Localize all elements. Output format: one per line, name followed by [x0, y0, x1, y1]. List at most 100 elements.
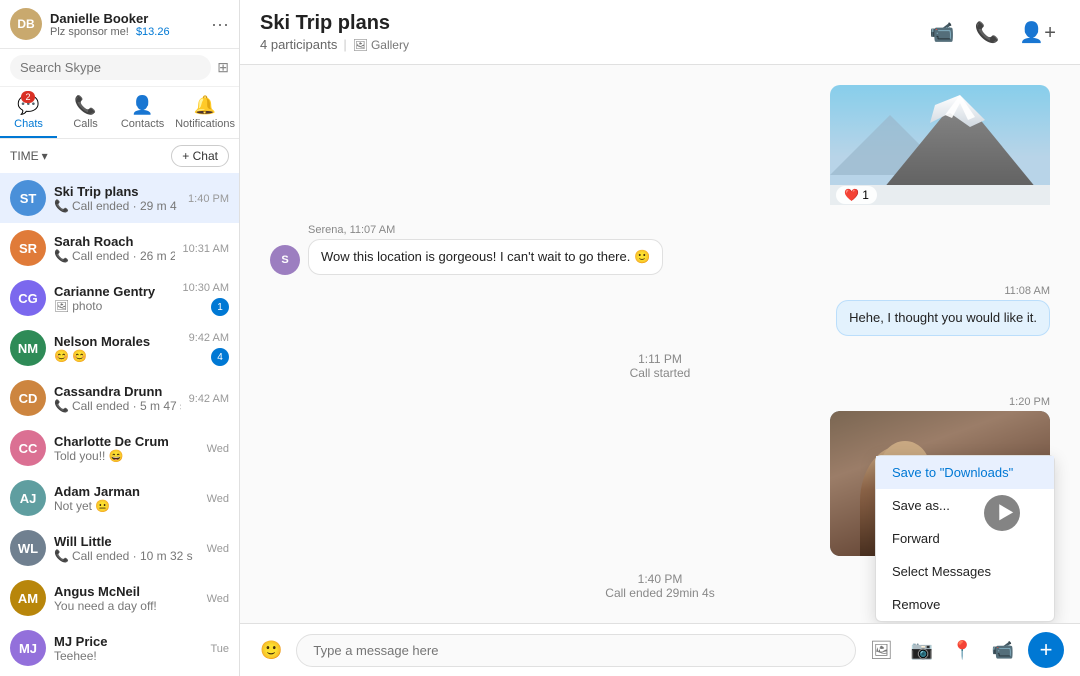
preview-text: Call ended · 5 m 47 s — [72, 399, 181, 413]
chat-preview: 😊 😊 — [54, 349, 181, 363]
chat-avatar: AJ — [10, 480, 46, 516]
video-call-button[interactable]: 📹 — [926, 16, 959, 49]
search-input[interactable] — [10, 55, 211, 80]
sidebar: DB Danielle Booker Plz sponsor me! $13.2… — [0, 0, 240, 676]
chat-time: 10:30 AM — [183, 282, 229, 294]
profile-name: Danielle Booker — [50, 11, 203, 26]
chat-name: MJ Price — [54, 634, 202, 649]
input-bar: 🙂 🖼 📷 📍 📹 + — [240, 623, 1080, 676]
message-row-serena: S Serena, 11:07 AM Wow this location is … — [270, 224, 1050, 275]
context-menu-item[interactable]: Save as... — [876, 489, 1054, 522]
chat-time: Wed — [207, 443, 229, 455]
chat-item[interactable]: CD Cassandra Drunn 📞 Call ended · 5 m 47… — [0, 373, 239, 423]
chat-preview: 📞 Call ended · 10 m 32 s — [54, 549, 199, 563]
preview-icon: 😊 — [54, 349, 69, 363]
sort-button[interactable]: TIME ▾ — [10, 149, 48, 163]
chat-body: Angus McNeil You need a day off! — [54, 584, 199, 613]
sent-message-bubble: Hehe, I thought you would like it. — [836, 300, 1050, 336]
add-participant-button[interactable]: 👤+ — [1015, 16, 1060, 49]
new-chat-button[interactable]: + Chat — [171, 145, 229, 167]
chat-avatar: CD — [10, 380, 46, 416]
chat-name: Nelson Morales — [54, 334, 181, 349]
chat-name: Charlotte De Crum — [54, 434, 199, 449]
image-message-row: ❤️ 1 — [270, 85, 1050, 210]
context-menu-item[interactable]: Select Messages — [876, 555, 1054, 588]
serena-avatar: S — [270, 245, 300, 275]
chat-time: Wed — [207, 543, 229, 555]
chat-item[interactable]: AM Angus McNeil You need a day off! Wed — [0, 573, 239, 623]
preview-text: You need a day off! — [54, 599, 157, 613]
gallery-link[interactable]: 🖼 Gallery — [353, 38, 409, 52]
nav-tabs: 💬 2 Chats 📞 Calls 👤 Contacts 🔔 Notificat… — [0, 87, 239, 139]
video-button[interactable]: 📹 — [988, 636, 1018, 665]
avatar[interactable]: DB — [10, 8, 42, 40]
chat-avatar: WL — [10, 530, 46, 566]
chat-name: Cassandra Drunn — [54, 384, 181, 399]
chat-list-header: TIME ▾ + Chat — [0, 139, 239, 173]
tab-chats-label: Chats — [14, 118, 43, 130]
messages-area: ❤️ 1 S Serena, 11:07 AM Wow this locatio… — [240, 65, 1080, 623]
tab-notifications-label: Notifications — [175, 118, 235, 130]
preview-icon: 📞 — [54, 399, 69, 413]
chat-body: Sarah Roach 📞 Call ended · 26 m 23 s — [54, 234, 175, 263]
chat-body: Charlotte De Crum Told you!! 😄 — [54, 434, 199, 463]
chat-preview: Teehee! — [54, 649, 202, 663]
chat-item[interactable]: ST Ski Trip plans 📞 Call ended · 29 m 4 … — [0, 173, 239, 223]
chat-name: Adam Jarman — [54, 484, 199, 499]
emoji-button[interactable]: 🙂 — [256, 636, 286, 665]
tab-calls[interactable]: 📞 Calls — [57, 87, 114, 138]
sent-message-time: 11:08 AM — [1004, 285, 1050, 297]
chat-body: MJ Price Teehee! — [54, 634, 202, 663]
tab-notifications[interactable]: 🔔 Notifications — [171, 87, 239, 138]
chat-item[interactable]: AJ Adam Jarman Not yet 😐 Wed — [0, 473, 239, 523]
message-input[interactable] — [296, 634, 855, 667]
chat-name: Ski Trip plans — [54, 184, 180, 199]
chat-avatar: AM — [10, 580, 46, 616]
more-options-icon[interactable]: ··· — [211, 14, 229, 35]
message-sender-time: Serena, 11:07 AM — [308, 224, 663, 236]
search-bar: ⊞ — [0, 49, 239, 87]
context-menu-item[interactable]: Forward — [876, 522, 1054, 555]
chat-avatar: CC — [10, 430, 46, 466]
audio-call-button[interactable]: 📞 — [971, 16, 1004, 49]
chat-name: Will Little — [54, 534, 199, 549]
message-bubble: Wow this location is gorgeous! I can't w… — [308, 239, 663, 275]
chats-badge: 2 — [21, 91, 35, 103]
context-menu-item[interactable]: Save to "Downloads" — [876, 456, 1054, 489]
preview-icon: 🖼 — [54, 299, 69, 313]
profile-info: Danielle Booker Plz sponsor me! $13.26 — [50, 11, 203, 38]
tab-contacts[interactable]: 👤 Contacts — [114, 87, 171, 138]
chat-item[interactable]: CG Carianne Gentry 🖼 photo 10:30 AM 1 — [0, 273, 239, 323]
media-button[interactable]: 🖼 — [866, 636, 897, 665]
chat-avatar: SR — [10, 230, 46, 266]
chat-preview: 📞 Call ended · 26 m 23 s — [54, 249, 175, 263]
notifications-icon: 🔔 — [194, 95, 216, 116]
preview-text: Call ended · 29 m 4 s — [72, 199, 180, 213]
main-content: Ski Trip plans 4 participants | 🖼 Galler… — [240, 0, 1080, 676]
preview-text: photo — [72, 299, 102, 313]
context-menu-item[interactable]: Remove — [876, 588, 1054, 621]
chat-preview: You need a day off! — [54, 599, 199, 613]
chat-name: Angus McNeil — [54, 584, 199, 599]
chat-avatar: NM — [10, 330, 46, 366]
context-menu: Save to "Downloads"Save as...ForwardSele… — [875, 455, 1055, 622]
tab-chats[interactable]: 💬 2 Chats — [0, 87, 57, 138]
grid-icon[interactable]: ⊞ — [217, 59, 229, 76]
image-reaction: ❤️ 1 — [836, 186, 877, 204]
chat-item[interactable]: NM Nelson Morales 😊 😊 9:42 AM 4 — [0, 323, 239, 373]
unread-badge: 1 — [211, 298, 229, 316]
chat-time: Wed — [207, 493, 229, 505]
chat-item[interactable]: MJ MJ Price Teehee! Tue — [0, 623, 239, 673]
photo-button[interactable]: 📷 — [907, 636, 937, 665]
chat-item[interactable]: CC Charlotte De Crum Told you!! 😄 Wed — [0, 423, 239, 473]
location-button[interactable]: 📍 — [947, 636, 977, 665]
chat-header: Ski Trip plans 4 participants | 🖼 Galler… — [240, 0, 1080, 65]
chat-time: Tue — [210, 643, 229, 655]
chat-avatar: ST — [10, 180, 46, 216]
chat-item[interactable]: SR Sarah Roach 📞 Call ended · 26 m 23 s … — [0, 223, 239, 273]
chat-preview: 📞 Call ended · 5 m 47 s — [54, 399, 181, 413]
tab-calls-label: Calls — [73, 118, 97, 130]
chat-body: Will Little 📞 Call ended · 10 m 32 s — [54, 534, 199, 563]
add-button[interactable]: + — [1028, 632, 1064, 668]
chat-item[interactable]: WL Will Little 📞 Call ended · 10 m 32 s … — [0, 523, 239, 573]
